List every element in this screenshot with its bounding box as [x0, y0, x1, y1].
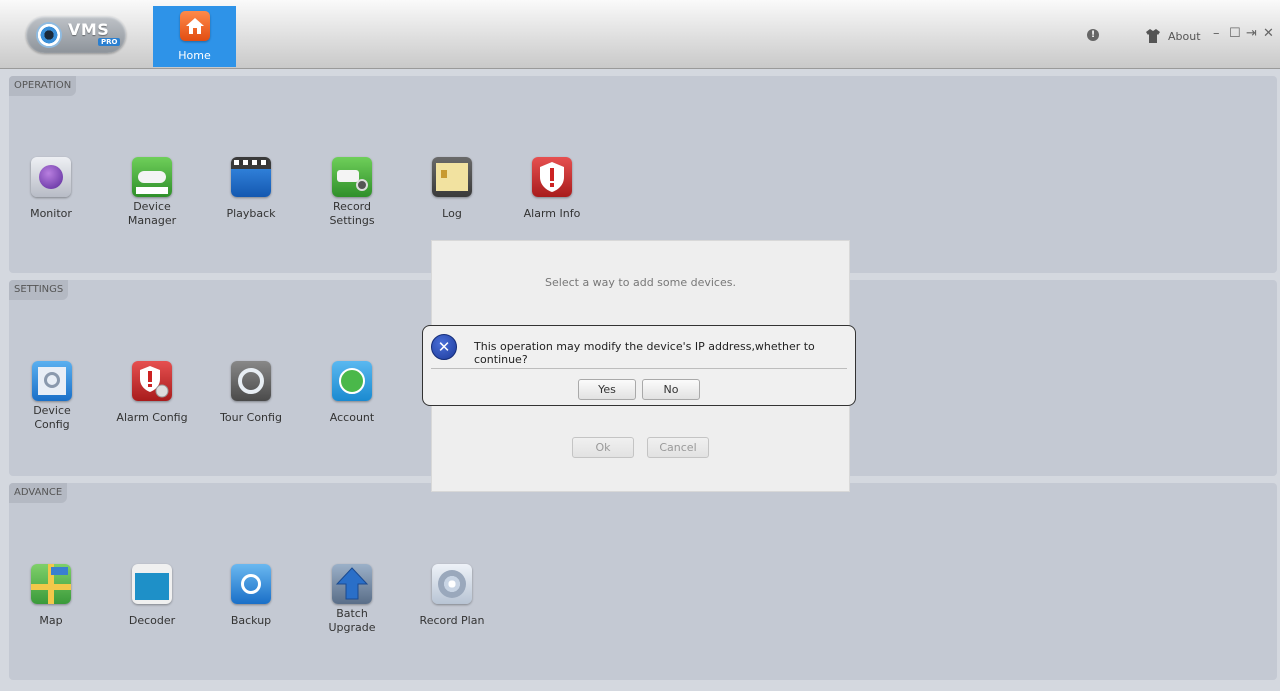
monitor-icon [31, 157, 71, 197]
tile-label: Monitor [30, 207, 72, 220]
batch-upgrade-icon [332, 564, 372, 604]
cancel-button[interactable]: Cancel [647, 437, 709, 458]
tile-label: Playback [226, 207, 276, 220]
alarm-config-icon [132, 361, 172, 401]
record-settings-icon [332, 157, 372, 197]
about-link[interactable]: About [1168, 30, 1201, 43]
tile-backup[interactable]: Backup [211, 564, 291, 628]
tab-home-label: Home [178, 49, 211, 62]
operation-header: OPERATION [9, 76, 77, 96]
tab-home[interactable]: Home [153, 6, 236, 67]
decoder-icon [132, 564, 172, 604]
tile-label: Decoder [128, 614, 176, 627]
tile-monitor[interactable]: Monitor [11, 157, 91, 221]
tile-account[interactable]: Account [312, 361, 392, 425]
yes-button[interactable]: Yes [578, 379, 636, 400]
tile-label: Device Config [33, 404, 71, 431]
tile-log[interactable]: Log [412, 157, 492, 221]
error-x-icon: ✕ [431, 334, 457, 360]
tile-label: Alarm Info [523, 207, 581, 220]
info-icon[interactable]: ! [1087, 29, 1099, 41]
tile-label: Account [329, 411, 375, 424]
vms-logo: VMS PRO [26, 16, 126, 53]
backup-icon [231, 564, 271, 604]
tile-label: Record Plan [419, 614, 485, 627]
logout-icon[interactable]: ⇥ [1246, 26, 1257, 41]
eye-logo-icon [36, 22, 62, 48]
tile-record-settings[interactable]: Record Settings [312, 157, 392, 228]
tile-device-manager[interactable]: Device Manager [112, 157, 192, 228]
tile-label: Alarm Config [116, 411, 188, 424]
tile-device-config[interactable]: Device Config [12, 361, 92, 432]
home-icon [180, 11, 210, 41]
log-icon [432, 157, 472, 197]
map-icon [31, 564, 71, 604]
logo-text: VMS [68, 20, 110, 39]
tile-label: Tour Config [220, 411, 282, 424]
tile-label: Log [442, 207, 462, 220]
tile-label: Device Manager [127, 200, 177, 227]
tile-record-plan[interactable]: Record Plan [412, 564, 492, 628]
divider [431, 368, 847, 369]
minimize-icon[interactable]: – [1213, 26, 1220, 41]
confirm-message: This operation may modify the device's I… [474, 340, 815, 366]
account-icon [332, 361, 372, 401]
tile-label: Record Settings [329, 200, 375, 227]
close-icon[interactable]: ✕ [1263, 26, 1274, 41]
confirm-dialog: ✕ This operation may modify the device's… [422, 325, 856, 406]
advance-section: ADVANCE Map Decoder Backup Batch Upgrade… [9, 483, 1277, 680]
alarm-info-icon [532, 157, 572, 197]
tile-decoder[interactable]: Decoder [112, 564, 192, 628]
tile-tour-config[interactable]: Tour Config [211, 361, 291, 425]
tile-alarm-config[interactable]: Alarm Config [112, 361, 192, 425]
advance-header: ADVANCE [9, 483, 68, 503]
add-devices-message: Select a way to add some devices. [545, 276, 736, 289]
device-config-icon [32, 361, 72, 401]
tile-batch-upgrade[interactable]: Batch Upgrade [312, 564, 392, 635]
playback-icon [231, 157, 271, 197]
tile-label: Backup [230, 614, 272, 627]
title-bar: VMS PRO Home ! About – ☐ ⇥ ✕ [0, 0, 1280, 69]
tile-alarm-info[interactable]: Alarm Info [512, 157, 592, 221]
no-button[interactable]: No [642, 379, 700, 400]
tile-map[interactable]: Map [11, 564, 91, 628]
ok-button[interactable]: Ok [572, 437, 634, 458]
maximize-icon[interactable]: ☐ [1229, 26, 1241, 41]
skin-shirt-icon[interactable] [1145, 28, 1161, 44]
settings-header: SETTINGS [9, 280, 69, 300]
tour-config-icon [231, 361, 271, 401]
logo-sub-text: PRO [98, 38, 121, 46]
device-manager-icon [132, 157, 172, 197]
tile-label: Map [39, 614, 63, 627]
tile-playback[interactable]: Playback [211, 157, 291, 221]
record-plan-icon [432, 564, 472, 604]
tile-label: Batch Upgrade [328, 607, 376, 634]
